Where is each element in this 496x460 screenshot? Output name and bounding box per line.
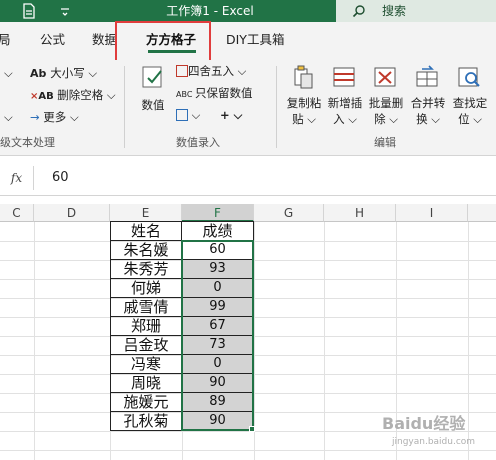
tab-diy-toolbox[interactable]: DIY工具箱 xyxy=(226,32,284,48)
search-box[interactable]: 搜索 xyxy=(336,0,496,22)
name-cell[interactable]: 冯寒 xyxy=(110,354,182,374)
tab-formulas[interactable]: 公式 xyxy=(40,32,65,48)
number-group-label: 数值录入 xyxy=(176,136,220,149)
text-group-label: 级文本处理 xyxy=(0,136,55,149)
copy-paste-label-1: 复制粘 xyxy=(286,96,322,110)
grid-icon xyxy=(176,65,188,77)
insert-new-label-2: 入 ⌵ xyxy=(333,112,357,126)
column-header-partial[interactable] xyxy=(468,204,496,222)
column-header-h[interactable]: H xyxy=(324,204,396,222)
abc-icon: ABC xyxy=(176,90,195,99)
round-label: 四舍五入 xyxy=(188,64,234,78)
arrow-right-icon: → xyxy=(30,110,40,124)
remove-spaces-button[interactable]: ×AB 删除空格 ⌵ xyxy=(30,88,116,104)
insert-rows-icon xyxy=(331,64,357,90)
column-header-g[interactable]: G xyxy=(254,204,324,222)
clipboard-icon xyxy=(290,64,316,90)
column-header-f[interactable]: F xyxy=(182,204,254,222)
save-file-icon[interactable] xyxy=(22,3,36,19)
more-label: 更多 xyxy=(43,110,67,124)
remove-spaces-label: 删除空格 xyxy=(57,88,104,102)
batch-delete-icon xyxy=(372,64,398,90)
group-separator xyxy=(276,66,277,148)
ribbon: Ab 大小写 ⌵ ×AB 删除空格 ⌵ → 更多 ⌵ ⌵ ⌵ 级文本处理 数值 … xyxy=(0,60,496,156)
number-button-label: 数值 xyxy=(141,98,165,112)
window-title: 工作簿1 - Excel xyxy=(166,4,254,18)
header-name-cell[interactable]: 姓名 xyxy=(110,221,182,241)
partial-dropdown-arrow[interactable]: ⌵ xyxy=(4,66,13,80)
fill-handle[interactable] xyxy=(249,426,255,432)
name-cell[interactable]: 郑珊 xyxy=(110,316,182,336)
formula-bar: fx 60 xyxy=(0,160,496,196)
merge-convert-icon xyxy=(414,64,440,90)
copy-paste-label-2: 贴 ⌵ xyxy=(292,112,316,126)
column-header-c[interactable]: C xyxy=(0,204,34,222)
merge-convert-label-2: 换 ⌵ xyxy=(416,112,440,126)
column-header-d[interactable]: D xyxy=(34,204,110,222)
search-icon xyxy=(352,3,366,18)
name-cell[interactable]: 孔秋菊 xyxy=(110,411,182,431)
tab-data[interactable]: 数据 xyxy=(92,32,117,48)
insert-function-button[interactable]: fx xyxy=(0,166,34,190)
name-cell[interactable]: 吕金玫 xyxy=(110,335,182,355)
batch-delete-label-2: 除 ⌵ xyxy=(374,112,398,126)
watermark-url: jingyan.baidu.com xyxy=(392,437,476,447)
find-locate-label-1: 查找定 xyxy=(452,96,488,110)
name-cell[interactable]: 施媛元 xyxy=(110,392,182,412)
number-button[interactable]: 数值 xyxy=(138,98,168,112)
tab-layout[interactable]: 局 xyxy=(0,32,11,48)
find-locate-icon xyxy=(456,64,482,90)
gridline xyxy=(254,222,255,460)
selection-outline xyxy=(181,240,254,431)
batch-delete-label-1: 批量删 xyxy=(368,96,404,110)
plus-icon: + xyxy=(220,108,230,122)
number-entry-icon xyxy=(140,64,166,90)
change-case-button[interactable]: Ab 大小写 ⌵ xyxy=(30,66,97,81)
edit-group-label: 编辑 xyxy=(374,136,396,149)
search-label: 搜索 xyxy=(382,4,407,18)
find-locate-label-2: 位 ⌵ xyxy=(458,112,482,126)
merge-convert-label-1: 合并转 xyxy=(410,96,446,110)
partial-dropdown-arrow-2[interactable]: ⌵ xyxy=(4,110,13,124)
insert-new-label-1: 新增插 xyxy=(327,96,363,110)
ribbon-tabs: 局 公式 数据 方方格子 DIY工具箱 xyxy=(0,22,496,60)
baidu-watermark: Baidu经验 jingyan.baidu.com xyxy=(382,410,492,454)
title-bar: 工作簿1 - Excel 搜索 xyxy=(0,0,496,22)
gridline xyxy=(324,222,325,460)
more-button[interactable]: → 更多 ⌵ xyxy=(30,110,79,124)
gridline xyxy=(34,222,35,460)
watermark-text: Baidu经验 xyxy=(382,414,466,433)
column-header-e[interactable]: E xyxy=(110,204,182,222)
change-case-icon: Ab xyxy=(30,67,51,80)
name-cell[interactable]: 戚雪倩 xyxy=(110,297,182,317)
name-cell[interactable]: 周晓 xyxy=(110,373,182,393)
change-case-label: 大小写 xyxy=(50,66,85,80)
group-separator xyxy=(124,66,125,148)
keep-numbers-button[interactable]: ABC 只保留数值 xyxy=(176,86,252,102)
remove-spaces-icon: ×AB xyxy=(30,91,54,102)
customize-quick-access-icon[interactable] xyxy=(58,3,72,19)
header-score-cell[interactable]: 成绩 xyxy=(181,221,254,241)
edit-cells-button[interactable]: ⌵ xyxy=(176,108,200,122)
edit-cell-icon xyxy=(176,109,188,121)
column-header-i[interactable]: I xyxy=(396,204,468,222)
keep-numbers-label: 只保留数值 xyxy=(194,86,253,100)
name-cell[interactable]: 朱名媛 xyxy=(110,240,182,260)
name-cell[interactable]: 何娣 xyxy=(110,278,182,298)
round-button[interactable]: 四舍五入 ⌵ xyxy=(176,64,246,78)
name-cell[interactable]: 朱秀芳 xyxy=(110,259,182,279)
insert-symbol-button[interactable]: + ⌵ xyxy=(220,108,242,122)
formula-input[interactable]: 60 xyxy=(52,170,69,186)
